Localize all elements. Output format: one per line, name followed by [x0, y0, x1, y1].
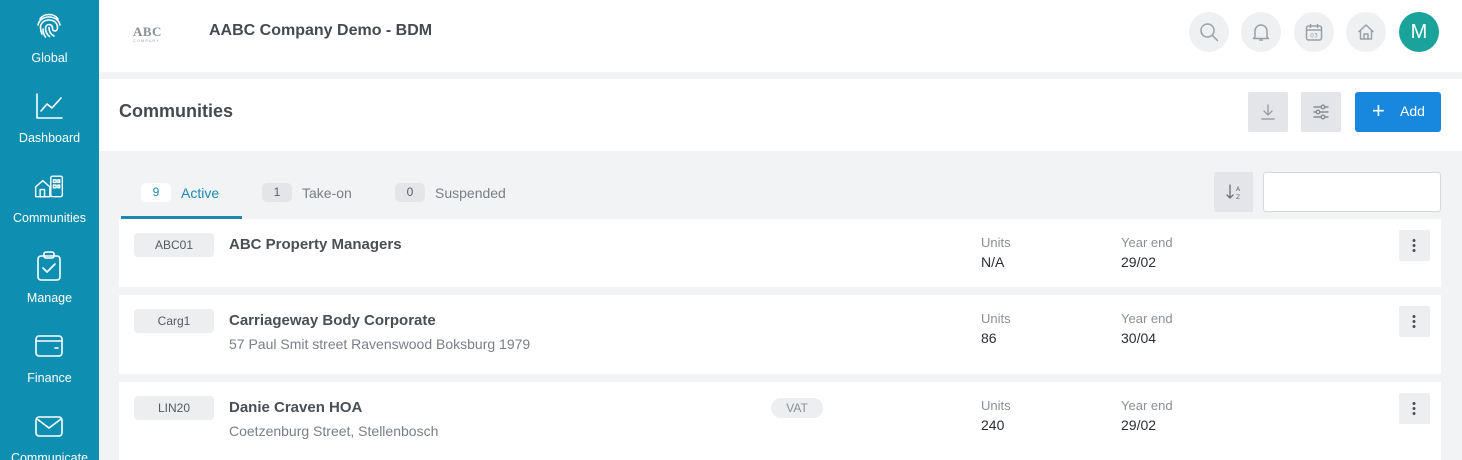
community-card[interactable]: LIN20 Danie Craven HOA Coetzenburg Stree… — [119, 382, 1441, 460]
sidebar-item-label: Global — [31, 51, 68, 65]
community-address: 57 Paul Smit street Ravenswood Boksburg … — [229, 336, 531, 352]
add-button[interactable]: + Add — [1355, 92, 1441, 132]
line-chart-icon — [36, 93, 63, 119]
clipboard-check-icon — [37, 251, 61, 281]
kebab-menu-icon — [1412, 402, 1416, 415]
sidebar-item-communicate[interactable]: Communicate — [0, 400, 99, 460]
page-title: Communities — [119, 101, 234, 121]
tab-active[interactable]: 9 Active — [121, 172, 242, 219]
community-code: LIN20 — [134, 396, 214, 420]
svg-text:A: A — [1236, 186, 1241, 193]
bell-icon — [1252, 24, 1270, 41]
kebab-menu-icon — [1412, 315, 1416, 328]
sliders-icon — [1313, 104, 1329, 120]
units-value: 240 — [981, 417, 1005, 433]
sidebar-item-manage[interactable]: Manage — [0, 240, 99, 320]
units-value: 86 — [981, 330, 997, 346]
sidebar-item-dashboard[interactable]: Dashboard — [0, 80, 99, 160]
vat-badge: VAT — [771, 398, 823, 418]
add-button-label: Add — [1400, 103, 1425, 119]
year-end-value: 29/02 — [1121, 254, 1157, 270]
more-options-button[interactable] — [1399, 393, 1430, 424]
buildings-icon — [34, 175, 64, 198]
logo-subtext: COMPANY — [133, 38, 160, 43]
filter-button[interactable] — [1301, 92, 1341, 132]
top-header: ABC COMPANY AABC Company Demo - BDM 03 M — [99, 0, 1462, 72]
units-label: Units — [981, 398, 1011, 413]
tab-label: Take-on — [302, 185, 352, 201]
wallet-icon — [35, 335, 63, 357]
tab-label: Suspended — [435, 185, 506, 201]
company-logo: ABC COMPANY — [133, 24, 163, 43]
more-options-button[interactable] — [1399, 306, 1430, 337]
sort-button[interactable]: A Z — [1214, 172, 1253, 212]
sidebar-item-communities[interactable]: Communities — [0, 160, 99, 240]
community-code: Carg1 — [134, 309, 214, 333]
sidebar: Global Dashboard Communities Manage Fina… — [0, 0, 99, 460]
sidebar-item-finance[interactable]: Finance — [0, 320, 99, 400]
units-label: Units — [981, 311, 1011, 326]
year-end-value: 29/02 — [1121, 417, 1157, 433]
envelope-icon — [35, 416, 63, 437]
tab-count: 1 — [262, 183, 292, 202]
tab-count: 0 — [395, 183, 425, 202]
download-button[interactable] — [1248, 92, 1288, 132]
sidebar-item-label: Finance — [27, 371, 72, 385]
company-name: AABC Company Demo - BDM — [209, 22, 433, 39]
tab-suspended[interactable]: 0 Suspended — [395, 172, 525, 219]
sidebar-item-label: Communicate — [10, 451, 89, 460]
community-address: Coetzenburg Street, Stellenbosch — [229, 423, 439, 439]
year-end-value: 30/04 — [1121, 330, 1157, 346]
avatar[interactable]: M — [1399, 12, 1439, 52]
search-icon — [1200, 23, 1219, 42]
svg-text:Z: Z — [1236, 194, 1240, 201]
year-end-label: Year end — [1121, 235, 1173, 250]
units-value: N/A — [981, 254, 1005, 270]
community-name[interactable]: ABC Property Managers — [229, 236, 402, 253]
sort-az-icon: A Z — [1226, 184, 1241, 201]
sidebar-item-label: Manage — [26, 291, 73, 305]
sidebar-item-label: Dashboard — [18, 131, 81, 145]
kebab-menu-icon — [1412, 239, 1416, 252]
download-icon — [1261, 104, 1275, 120]
community-card[interactable]: ABC01 ABC Property Managers Units N/A Ye… — [119, 219, 1441, 287]
tab-count: 9 — [141, 183, 171, 202]
notifications-button[interactable] — [1241, 12, 1281, 52]
fingerprint-icon — [37, 13, 61, 38]
page-header: Communities + Add — [99, 79, 1462, 151]
community-name[interactable]: Carriageway Body Corporate — [229, 312, 436, 329]
sidebar-item-global[interactable]: Global — [0, 0, 99, 80]
search-button[interactable] — [1189, 12, 1229, 52]
community-card[interactable]: Carg1 Carriageway Body Corporate 57 Paul… — [119, 295, 1441, 374]
home-button[interactable] — [1346, 12, 1386, 52]
units-label: Units — [981, 235, 1011, 250]
tab-label: Active — [181, 185, 220, 201]
community-code: ABC01 — [134, 233, 214, 257]
search-input[interactable] — [1263, 172, 1441, 212]
more-options-button[interactable] — [1399, 230, 1430, 261]
year-end-label: Year end — [1121, 311, 1173, 326]
home-icon — [1357, 24, 1375, 40]
community-name[interactable]: Danie Craven HOA — [229, 399, 362, 416]
calendar-day: 03 — [1310, 33, 1318, 40]
year-end-label: Year end — [1121, 398, 1173, 413]
sidebar-item-label: Communities — [13, 211, 86, 225]
tab-take-on[interactable]: 1 Take-on — [262, 172, 372, 219]
plus-icon: + — [1372, 98, 1385, 123]
calendar-button[interactable]: 03 — [1294, 12, 1334, 52]
calendar-icon: 03 — [1305, 24, 1323, 41]
